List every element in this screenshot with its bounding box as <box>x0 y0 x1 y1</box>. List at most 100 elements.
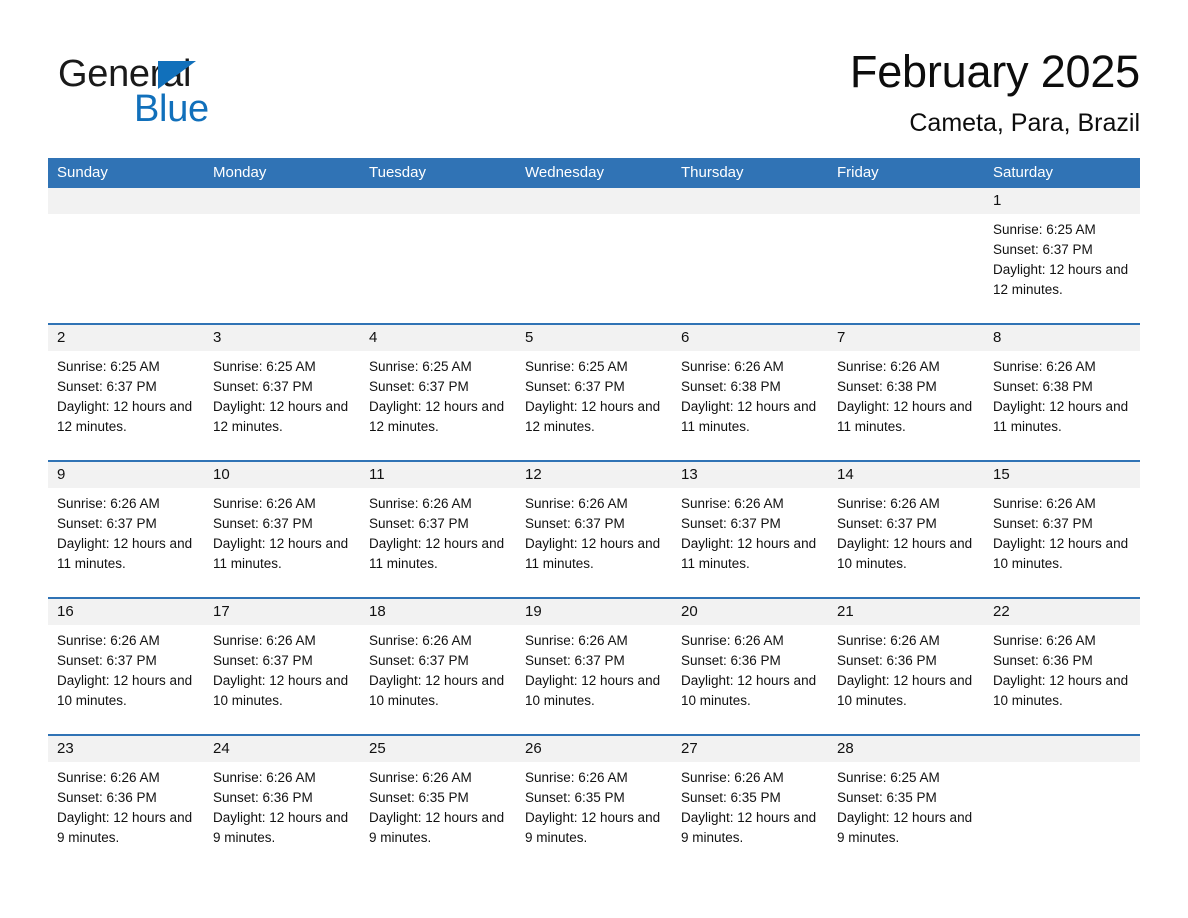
day-cell[interactable]: 15 Sunrise: 6:26 AM Sunset: 6:37 PM Dayl… <box>984 462 1140 597</box>
day-cell[interactable]: 21 Sunrise: 6:26 AM Sunset: 6:36 PM Dayl… <box>828 599 984 734</box>
day-number <box>828 188 984 214</box>
sunrise-text: Sunrise: 6:26 AM <box>837 496 940 511</box>
sunset-text: Sunset: 6:35 PM <box>681 790 781 805</box>
sunset-text: Sunset: 6:36 PM <box>213 790 313 805</box>
sunset-text: Sunset: 6:35 PM <box>525 790 625 805</box>
day-number: 21 <box>828 599 984 625</box>
day-number: 23 <box>48 736 204 762</box>
day-cell[interactable]: 2 Sunrise: 6:25 AM Sunset: 6:37 PM Dayli… <box>48 325 204 460</box>
weekday-header-thursday: Thursday <box>681 164 744 181</box>
sunset-text: Sunset: 6:38 PM <box>681 379 781 394</box>
day-cell[interactable]: 26 Sunrise: 6:26 AM Sunset: 6:35 PM Dayl… <box>516 736 672 871</box>
day-info: Sunrise: 6:26 AM Sunset: 6:38 PM Dayligh… <box>672 351 828 437</box>
day-info: Sunrise: 6:26 AM Sunset: 6:37 PM Dayligh… <box>48 488 204 574</box>
day-info: Sunrise: 6:25 AM Sunset: 6:37 PM Dayligh… <box>204 351 360 437</box>
daylight-text: Daylight: 12 hours and 11 minutes. <box>837 399 973 434</box>
daylight-text: Daylight: 12 hours and 12 minutes. <box>525 399 661 434</box>
day-info: Sunrise: 6:26 AM Sunset: 6:37 PM Dayligh… <box>984 488 1140 574</box>
day-number: 28 <box>828 736 984 762</box>
sunrise-text: Sunrise: 6:26 AM <box>681 359 784 374</box>
sunrise-text: Sunrise: 6:26 AM <box>369 633 472 648</box>
day-info: Sunrise: 6:26 AM Sunset: 6:36 PM Dayligh… <box>48 762 204 848</box>
day-info: Sunrise: 6:26 AM Sunset: 6:37 PM Dayligh… <box>828 488 984 574</box>
daylight-text: Daylight: 12 hours and 12 minutes. <box>213 399 349 434</box>
day-cell[interactable]: 12 Sunrise: 6:26 AM Sunset: 6:37 PM Dayl… <box>516 462 672 597</box>
daylight-text: Daylight: 12 hours and 10 minutes. <box>525 673 661 708</box>
day-number: 16 <box>48 599 204 625</box>
sunset-text: Sunset: 6:37 PM <box>369 653 469 668</box>
calendar-page: General Blue February 2025 Cameta, Para,… <box>0 0 1188 918</box>
day-info: Sunrise: 6:26 AM Sunset: 6:37 PM Dayligh… <box>516 488 672 574</box>
week-row: 16 Sunrise: 6:26 AM Sunset: 6:37 PM Dayl… <box>48 597 1140 734</box>
daylight-text: Daylight: 12 hours and 10 minutes. <box>837 673 973 708</box>
day-cell[interactable]: 4 Sunrise: 6:25 AM Sunset: 6:37 PM Dayli… <box>360 325 516 460</box>
day-number: 5 <box>516 325 672 351</box>
day-cell[interactable]: 11 Sunrise: 6:26 AM Sunset: 6:37 PM Dayl… <box>360 462 516 597</box>
title-block: February 2025 Cameta, Para, Brazil <box>850 44 1140 138</box>
day-cell[interactable]: 18 Sunrise: 6:26 AM Sunset: 6:37 PM Dayl… <box>360 599 516 734</box>
day-cell[interactable] <box>672 188 828 323</box>
day-cell[interactable]: 6 Sunrise: 6:26 AM Sunset: 6:38 PM Dayli… <box>672 325 828 460</box>
daylight-text: Daylight: 12 hours and 11 minutes. <box>369 536 505 571</box>
day-cell[interactable]: 20 Sunrise: 6:26 AM Sunset: 6:36 PM Dayl… <box>672 599 828 734</box>
sunrise-text: Sunrise: 6:26 AM <box>993 359 1096 374</box>
day-number: 12 <box>516 462 672 488</box>
day-cell[interactable]: 1 Sunrise: 6:25 AM Sunset: 6:37 PM Dayli… <box>984 188 1140 323</box>
daylight-text: Daylight: 12 hours and 9 minutes. <box>57 810 193 845</box>
sunrise-text: Sunrise: 6:26 AM <box>57 633 160 648</box>
day-info <box>516 214 672 220</box>
day-info: Sunrise: 6:26 AM Sunset: 6:35 PM Dayligh… <box>360 762 516 848</box>
generalblue-logo[interactable]: General Blue <box>58 52 318 138</box>
week-row: 2 Sunrise: 6:25 AM Sunset: 6:37 PM Dayli… <box>48 323 1140 460</box>
weekday-header-tuesday: Tuesday <box>369 164 426 181</box>
day-cell[interactable]: 9 Sunrise: 6:26 AM Sunset: 6:37 PM Dayli… <box>48 462 204 597</box>
day-cell[interactable]: 23 Sunrise: 6:26 AM Sunset: 6:36 PM Dayl… <box>48 736 204 871</box>
day-cell[interactable]: 7 Sunrise: 6:26 AM Sunset: 6:38 PM Dayli… <box>828 325 984 460</box>
day-info: Sunrise: 6:26 AM Sunset: 6:37 PM Dayligh… <box>516 625 672 711</box>
day-cell[interactable] <box>204 188 360 323</box>
daylight-text: Daylight: 12 hours and 10 minutes. <box>837 536 973 571</box>
day-cell[interactable]: 16 Sunrise: 6:26 AM Sunset: 6:37 PM Dayl… <box>48 599 204 734</box>
daylight-text: Daylight: 12 hours and 12 minutes. <box>369 399 505 434</box>
sunset-text: Sunset: 6:36 PM <box>681 653 781 668</box>
day-cell[interactable]: 13 Sunrise: 6:26 AM Sunset: 6:37 PM Dayl… <box>672 462 828 597</box>
day-cell[interactable]: 8 Sunrise: 6:26 AM Sunset: 6:38 PM Dayli… <box>984 325 1140 460</box>
day-info <box>204 214 360 220</box>
day-info: Sunrise: 6:26 AM Sunset: 6:38 PM Dayligh… <box>984 351 1140 437</box>
sunrise-text: Sunrise: 6:26 AM <box>57 496 160 511</box>
daylight-text: Daylight: 12 hours and 10 minutes. <box>993 673 1129 708</box>
day-cell[interactable]: 19 Sunrise: 6:26 AM Sunset: 6:37 PM Dayl… <box>516 599 672 734</box>
day-cell[interactable]: 28 Sunrise: 6:25 AM Sunset: 6:35 PM Dayl… <box>828 736 984 871</box>
day-cell[interactable]: 10 Sunrise: 6:26 AM Sunset: 6:37 PM Dayl… <box>204 462 360 597</box>
day-info: Sunrise: 6:25 AM Sunset: 6:37 PM Dayligh… <box>516 351 672 437</box>
day-cell[interactable] <box>828 188 984 323</box>
day-cell[interactable]: 27 Sunrise: 6:26 AM Sunset: 6:35 PM Dayl… <box>672 736 828 871</box>
day-cell[interactable]: 22 Sunrise: 6:26 AM Sunset: 6:36 PM Dayl… <box>984 599 1140 734</box>
day-number: 24 <box>204 736 360 762</box>
sunset-text: Sunset: 6:37 PM <box>525 653 625 668</box>
day-cell[interactable]: 3 Sunrise: 6:25 AM Sunset: 6:37 PM Dayli… <box>204 325 360 460</box>
day-number: 20 <box>672 599 828 625</box>
day-number: 25 <box>360 736 516 762</box>
logo-text-blue: Blue <box>134 88 209 130</box>
daylight-text: Daylight: 12 hours and 10 minutes. <box>213 673 349 708</box>
sunset-text: Sunset: 6:36 PM <box>837 653 937 668</box>
day-cell[interactable]: 25 Sunrise: 6:26 AM Sunset: 6:35 PM Dayl… <box>360 736 516 871</box>
day-cell[interactable]: 24 Sunrise: 6:26 AM Sunset: 6:36 PM Dayl… <box>204 736 360 871</box>
sunset-text: Sunset: 6:37 PM <box>213 653 313 668</box>
triangle-icon <box>158 61 196 89</box>
day-info: Sunrise: 6:26 AM Sunset: 6:37 PM Dayligh… <box>204 625 360 711</box>
day-number: 17 <box>204 599 360 625</box>
daylight-text: Daylight: 12 hours and 12 minutes. <box>57 399 193 434</box>
day-cell[interactable]: 14 Sunrise: 6:26 AM Sunset: 6:37 PM Dayl… <box>828 462 984 597</box>
day-info: Sunrise: 6:26 AM Sunset: 6:35 PM Dayligh… <box>672 762 828 848</box>
day-cell[interactable] <box>360 188 516 323</box>
day-info <box>828 214 984 220</box>
day-number: 27 <box>672 736 828 762</box>
day-cell[interactable] <box>984 736 1140 871</box>
day-cell[interactable] <box>516 188 672 323</box>
day-cell[interactable] <box>48 188 204 323</box>
calendar-grid: Sunday Monday Tuesday Wednesday Thursday… <box>48 158 1140 871</box>
day-cell[interactable]: 17 Sunrise: 6:26 AM Sunset: 6:37 PM Dayl… <box>204 599 360 734</box>
day-cell[interactable]: 5 Sunrise: 6:25 AM Sunset: 6:37 PM Dayli… <box>516 325 672 460</box>
